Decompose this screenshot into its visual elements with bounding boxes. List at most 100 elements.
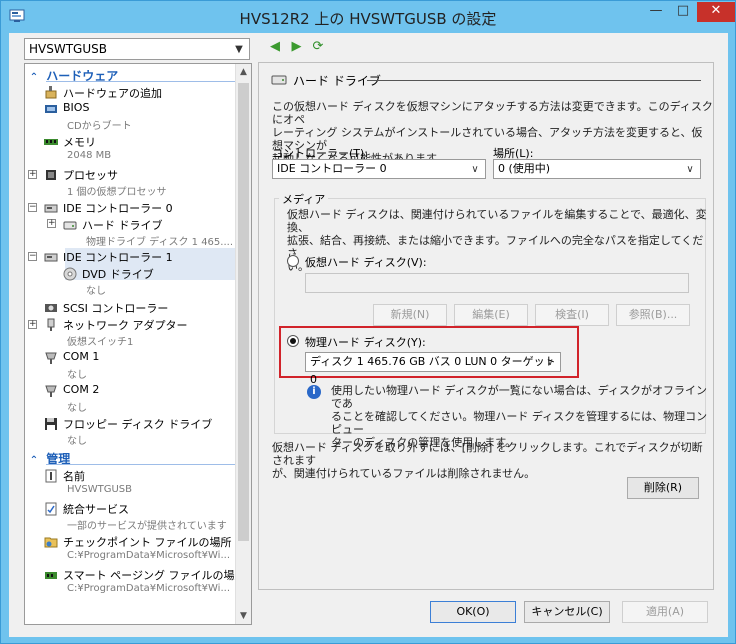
network-adapter-icon [47,318,55,331]
tree-sub-bios: CDからブート [67,121,132,132]
window-title: HVS12R2 上の HVSWTGUSB の設定 [239,10,497,28]
tree-item-com1[interactable]: COM 1 [63,350,99,366]
tree-sub-hard-drive: 物理ドライブ ディスク 1 465.... [86,237,234,248]
tree-item-com2[interactable]: COM 2 [63,383,99,399]
tree-sub-floppy: なし [67,436,87,447]
tree-item-name[interactable]: 名前 [63,468,85,484]
tree-item-network[interactable]: ネットワーク アダプター [63,317,188,333]
cancel-button[interactable]: キャンセル(C) [524,601,610,623]
tree-sub-smart-paging: C:¥ProgramData¥Microsoft¥Wi... [67,583,230,594]
tree-item-checkpoint[interactable]: チェックポイント ファイルの場所 [63,534,232,550]
scroll-down-icon[interactable]: ▼ [236,608,251,624]
edit-button[interactable]: 編集(E) [454,304,528,326]
virtual-disk-radio[interactable] [287,255,299,267]
chevron-down-icon: ∨ [686,164,694,175]
maximize-button[interactable]: □ [670,2,696,22]
ok-button[interactable]: OK(O) [430,601,516,623]
physical-disk-select[interactable]: ディスク 1 465.76 GB バス 0 LUN 0 ターゲット 0 ∨ [305,352,561,386]
section-hardware[interactable]: ⌃ ハードウェア [26,67,236,83]
tree-sub-integration: 一部のサービスが提供されています [67,521,227,532]
tree-item-add-hardware[interactable]: ハードウェアの追加 [63,85,162,101]
memory-icon [44,139,58,145]
nav-arrows: ◀ ▶ ⟳ [266,39,327,57]
tree-item-memory[interactable]: メモリ [63,134,96,150]
tree-sub-com2: なし [67,403,87,414]
tree-sub-checkpoint: C:¥ProgramData¥Microsoft¥Wi... [67,550,230,561]
expand-processor[interactable]: + [28,170,37,179]
back-arrow-icon[interactable]: ◀ [266,39,284,57]
chevron-down-icon: ∨ [546,357,554,368]
bios-chip-icon [45,105,57,113]
apply-button[interactable]: 適用(A) [622,601,708,623]
tree-item-scsi[interactable]: SCSI コントローラー [63,300,168,316]
heading-rule [367,80,701,81]
scroll-up-icon[interactable]: ▲ [236,64,251,80]
tree-sub-dvd: なし [86,286,106,297]
tree-scrollbar[interactable]: ▲ ▼ [235,64,251,624]
remove-button[interactable]: 削除(R) [627,477,699,499]
physical-disk-radio[interactable] [287,335,299,347]
scsi-controller-icon [45,304,57,312]
refresh-icon[interactable]: ⟳ [309,39,327,57]
settings-window: HVS12R2 上の HVSWTGUSB の設定 — □ ✕ HVSWTGUSB… [0,0,736,644]
tree-item-processor[interactable]: プロセッサ [63,167,118,183]
remove-description: 仮想ハード ディスクを取り外すには、[削除] をクリックします。これでディスクが… [272,441,703,480]
hard-drive-icon [271,75,287,85]
ide-controller-icon [44,253,58,262]
tree-sub-processor: 1 個の仮想プロセッサ [67,187,167,198]
collapse-ide-0[interactable]: − [28,203,37,212]
scroll-thumb[interactable] [238,83,249,541]
tree-item-dvd[interactable]: DVD ドライブ [82,266,154,282]
vm-selector[interactable]: HVSWTGUSB ▼ [24,38,250,60]
tree-item-ide-0[interactable]: IDE コントローラー 0 [63,200,173,216]
physical-disk-label: 物理ハード ディスク(Y): [305,336,426,349]
minimize-button[interactable]: — [643,2,669,22]
tree-item-smart-paging[interactable]: スマート ページング ファイルの場所 [63,567,245,583]
checkpoint-folder-icon [44,537,58,548]
settings-tree: ⌃ ハードウェア ハードウェアの追加 BIOS CDからブート メモリ 2048… [24,63,252,625]
close-button[interactable]: ✕ [697,2,735,22]
controller-select[interactable]: IDE コントローラー 0 ∨ [272,159,486,179]
title-bar[interactable]: HVS12R2 上の HVSWTGUSB の設定 — □ ✕ [1,1,735,33]
vm-selector-value: HVSWTGUSB [29,42,107,56]
tree-item-floppy[interactable]: フロッピー ディスク ドライブ [63,416,212,432]
ide-controller-icon [44,204,58,213]
chevron-down-icon: ∨ [471,164,479,175]
collapse-chevron-icon: ⌃ [29,72,39,83]
panel-heading: ハード ドライブ [271,72,701,88]
tree-item-ide-1[interactable]: IDE コントローラー 1 [63,249,173,265]
integration-services-icon [45,502,57,516]
forward-arrow-icon[interactable]: ▶ [288,39,306,57]
com-port-icon [45,385,57,397]
processor-icon [46,170,56,180]
tree-item-integration[interactable]: 統合サービス [63,501,129,517]
tree-sub-memory: 2048 MB [67,150,112,161]
inspect-button[interactable]: 検査(I) [535,304,609,326]
com-port-icon [45,352,57,364]
virtual-disk-label: 仮想ハード ディスク(V): [305,256,427,269]
tree-sub-com1: なし [67,370,87,381]
info-icon: i [307,385,321,399]
dvd-icon [63,267,77,281]
expand-network[interactable]: + [28,320,37,329]
media-group-title: メディア [279,191,329,207]
collapse-ide-1[interactable]: − [28,252,37,261]
info-text: 使用したい物理ハード ディスクが一覧にない場合は、ディスクがオフラインであ るこ… [331,384,708,449]
tree-sub-name: HVSWTGUSB [67,484,132,495]
virtual-disk-path-input[interactable] [305,273,689,293]
hard-drive-panel: ハード ドライブ この仮想ハード ディスクを仮想マシンにアタッチする方法は変更で… [258,62,714,590]
browse-button[interactable]: 参照(B)... [616,304,690,326]
tree-item-bios[interactable]: BIOS [63,101,89,117]
chevron-down-icon: ▼ [235,44,243,55]
smart-paging-icon [45,572,57,579]
hard-drive-icon [63,221,77,230]
section-divider [46,81,236,82]
new-button[interactable]: 新規(N) [373,304,447,326]
expand-hard-drive[interactable]: + [47,219,56,228]
dialog-client: HVSWTGUSB ▼ ◀ ▶ ⟳ ⌃ ハードウェア ハードウェアの追加 BIO… [9,33,728,637]
section-management[interactable]: ⌃ 管理 [26,450,236,466]
floppy-icon [45,418,57,430]
location-select[interactable]: 0 (使用中) ∨ [493,159,701,179]
tree-item-hard-drive[interactable]: ハード ドライブ [82,217,163,233]
name-field-icon [45,469,57,483]
